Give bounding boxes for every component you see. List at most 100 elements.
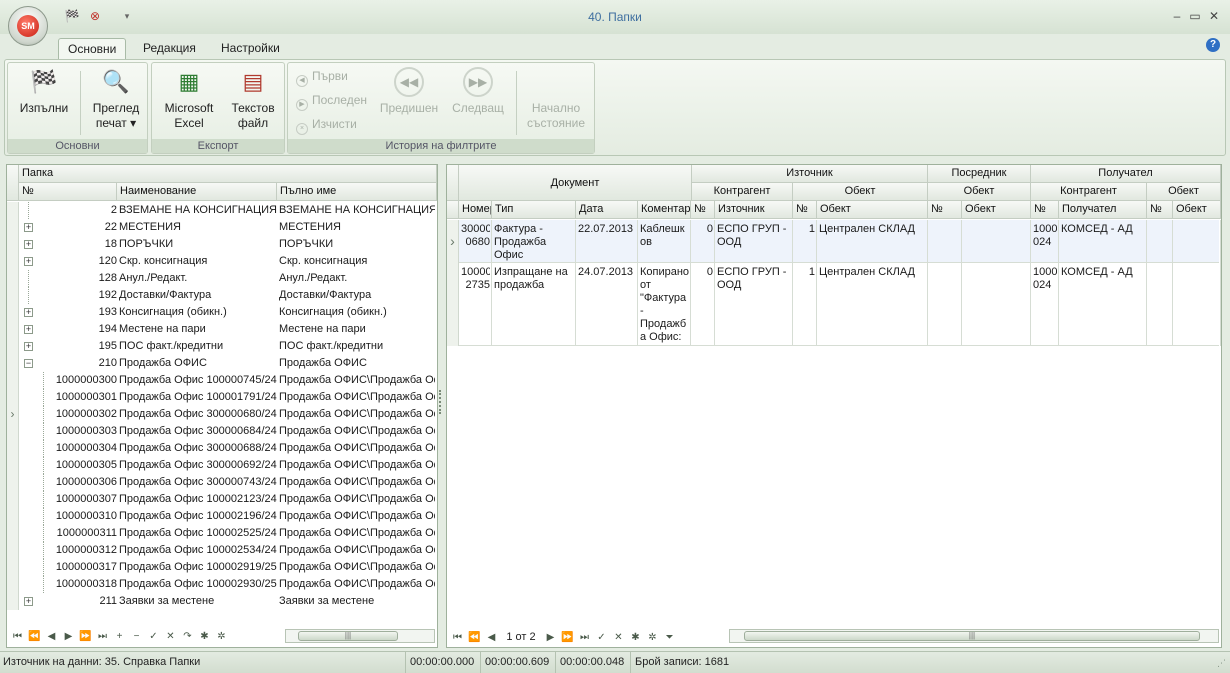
nav-check-icon[interactable]: ✓: [145, 628, 162, 646]
tree-row[interactable]: 1000000317 Продажба Офис 100002919/25, Про…: [7, 559, 435, 576]
band-source-counterparty[interactable]: Контрагент: [692, 183, 793, 201]
tree-row[interactable]: › 1000000302 Продажба Офис 300000680/24, Пр…: [7, 406, 435, 423]
band-intermediary-object[interactable]: Обект: [928, 183, 1031, 201]
nav-last-icon[interactable]: ⏭: [94, 628, 111, 646]
docs-col-6[interactable]: №: [793, 201, 817, 219]
tree-row[interactable]: +22 МЕСТЕНИЯ МЕСТЕНИЯ: [7, 219, 435, 236]
help-icon[interactable]: ?: [1206, 38, 1220, 52]
row-indicator[interactable]: [7, 559, 19, 576]
docs-col-2[interactable]: Дата: [576, 201, 638, 219]
export-excel-button[interactable]: ▦ Microsoft Excel: [156, 67, 222, 131]
doc-nav-last-icon[interactable]: ⏭: [576, 629, 593, 647]
nav-prev-page-icon[interactable]: ⏪: [26, 628, 43, 646]
doc-nav-cancel-icon[interactable]: ✕: [610, 629, 627, 647]
row-indicator[interactable]: ›: [7, 406, 19, 423]
last-button[interactable]: ▶ Последен: [296, 93, 367, 111]
tree-col-name[interactable]: Наименование: [117, 183, 277, 201]
docs-col-1[interactable]: Тип: [492, 201, 576, 219]
row-indicator[interactable]: [447, 263, 459, 346]
tree-row[interactable]: −210 Продажба ОФИС Продажба ОФИС: [7, 355, 435, 372]
docs-col-7[interactable]: Обект: [817, 201, 928, 219]
band-receiver-counterparty[interactable]: Контрагент: [1031, 183, 1147, 201]
tree-col-no[interactable]: №: [19, 183, 117, 201]
maximize-button[interactable]: ▭: [1187, 8, 1203, 24]
docs-col-10[interactable]: №: [1031, 201, 1059, 219]
first-button[interactable]: ◀ Първи: [296, 69, 348, 87]
expand-icon[interactable]: +: [24, 308, 33, 317]
row-indicator[interactable]: [7, 508, 19, 525]
tree-row[interactable]: 1000000310 Продажба Офис 100002196/24, Про…: [7, 508, 435, 525]
tree-row[interactable]: 1000000300 Продажба Офис 100000745/24, Про…: [7, 372, 435, 389]
row-indicator[interactable]: [7, 440, 19, 457]
previous-button[interactable]: ◀◀ Предишен: [376, 67, 442, 116]
tree-row[interactable]: 1000000306 Продажба Офис 300000743/24, Про…: [7, 474, 435, 491]
tree-row[interactable]: 1000000304 Продажба Офис 300000688/24, Про…: [7, 440, 435, 457]
resize-grip-icon[interactable]: ⋰: [1217, 658, 1226, 669]
close-button[interactable]: ✕: [1206, 8, 1222, 24]
doc-nav-check-icon[interactable]: ✓: [593, 629, 610, 647]
nav-refresh-icon[interactable]: ↷: [179, 628, 196, 646]
band-source[interactable]: Източник: [692, 165, 928, 183]
expand-icon[interactable]: +: [24, 257, 33, 266]
docs-col-3[interactable]: Коментар: [638, 201, 691, 219]
doc-nav-filter-star-icon[interactable]: ✲: [644, 629, 661, 647]
expand-icon[interactable]: +: [24, 240, 33, 249]
row-indicator[interactable]: [7, 287, 19, 304]
tree-row[interactable]: +193 Консигнация (обикн.) Консигнация (оби…: [7, 304, 435, 321]
docs-col-11[interactable]: Получател: [1059, 201, 1147, 219]
doc-nav-prev-page-icon[interactable]: ⏪: [466, 629, 483, 647]
nav-add-icon[interactable]: +: [111, 628, 128, 646]
splitter-handle[interactable]: [439, 390, 443, 414]
nav-first-icon[interactable]: ⏮: [9, 628, 26, 646]
docs-col-12[interactable]: №: [1147, 201, 1173, 219]
expand-icon[interactable]: +: [24, 223, 33, 232]
row-indicator[interactable]: [7, 202, 19, 219]
tree-row[interactable]: +195 ПОС факт./кредитни ПОС факт./кредитни: [7, 338, 435, 355]
row-indicator[interactable]: [7, 270, 19, 287]
tree-row[interactable]: 1000000305 Продажба Офис 300000692/24, Про…: [7, 457, 435, 474]
doc-nav-prev-icon[interactable]: ◀: [483, 629, 500, 647]
expand-icon[interactable]: +: [24, 325, 33, 334]
tree-row[interactable]: 192 Доставки/Фактура Доставки/Фактура: [7, 287, 435, 304]
row-indicator[interactable]: [7, 576, 19, 593]
row-indicator[interactable]: [7, 423, 19, 440]
docs-col-0[interactable]: Номер: [459, 201, 492, 219]
table-row[interactable]: › 30000 0680 Фактура - Продажба Офис 22.07.…: [447, 220, 1221, 263]
docs-col-8[interactable]: №: [928, 201, 962, 219]
tab-redaktsiya[interactable]: Редакция: [134, 38, 205, 60]
row-indicator[interactable]: [7, 236, 19, 253]
tree-row[interactable]: +194 Местене на пари Местене на пари: [7, 321, 435, 338]
band-source-object[interactable]: Обект: [793, 183, 928, 201]
band-receiver-object[interactable]: Обект: [1147, 183, 1221, 201]
tree-row[interactable]: 1000000307 Продажба Офис 100002123/24, Про…: [7, 491, 435, 508]
docs-col-5[interactable]: Източник: [715, 201, 793, 219]
tab-osnovni[interactable]: Основни: [58, 38, 127, 60]
tree-row[interactable]: 2 ВЗЕМАНЕ НА КОНСИГНАЦИЯ ВЗЕМАНЕ НА КОНСИГ…: [7, 202, 435, 219]
documents-hscroll-thumb[interactable]: |||: [744, 631, 1200, 641]
row-indicator[interactable]: [7, 542, 19, 559]
nav-filter-star-icon[interactable]: ✲: [213, 628, 230, 646]
nav-prev-icon[interactable]: ◀: [43, 628, 60, 646]
collapse-icon[interactable]: −: [24, 359, 33, 368]
tree-col-fullname[interactable]: Пълно име: [277, 183, 437, 201]
row-indicator[interactable]: [7, 474, 19, 491]
docs-col-9[interactable]: Обект: [962, 201, 1031, 219]
tree-row[interactable]: 1000000311 Продажба Офис 100002525/24, Про…: [7, 525, 435, 542]
clear-button[interactable]: × Изчисти: [296, 117, 357, 135]
nav-cancel-icon[interactable]: ✕: [162, 628, 179, 646]
docs-col-13[interactable]: Обект: [1173, 201, 1221, 219]
row-indicator[interactable]: [7, 355, 19, 372]
docs-col-4[interactable]: №: [691, 201, 715, 219]
tree-row[interactable]: 1000000312 Продажба Офис 100002534/24, Про…: [7, 542, 435, 559]
minimize-button[interactable]: –: [1169, 8, 1185, 24]
tree-row[interactable]: 1000000301 Продажба Офис 100001791/24, Про…: [7, 389, 435, 406]
app-menu-button[interactable]: SM: [8, 6, 48, 46]
row-indicator[interactable]: [7, 389, 19, 406]
tab-nastroyki[interactable]: Настройки: [212, 38, 289, 60]
band-receiver[interactable]: Получател: [1031, 165, 1221, 183]
tree-row[interactable]: 128 Анул./Редакт. Анул./Редакт.: [7, 270, 435, 287]
nav-next-icon[interactable]: ▶: [60, 628, 77, 646]
expand-icon[interactable]: +: [24, 342, 33, 351]
row-indicator[interactable]: [7, 219, 19, 236]
row-indicator[interactable]: ›: [447, 220, 459, 263]
